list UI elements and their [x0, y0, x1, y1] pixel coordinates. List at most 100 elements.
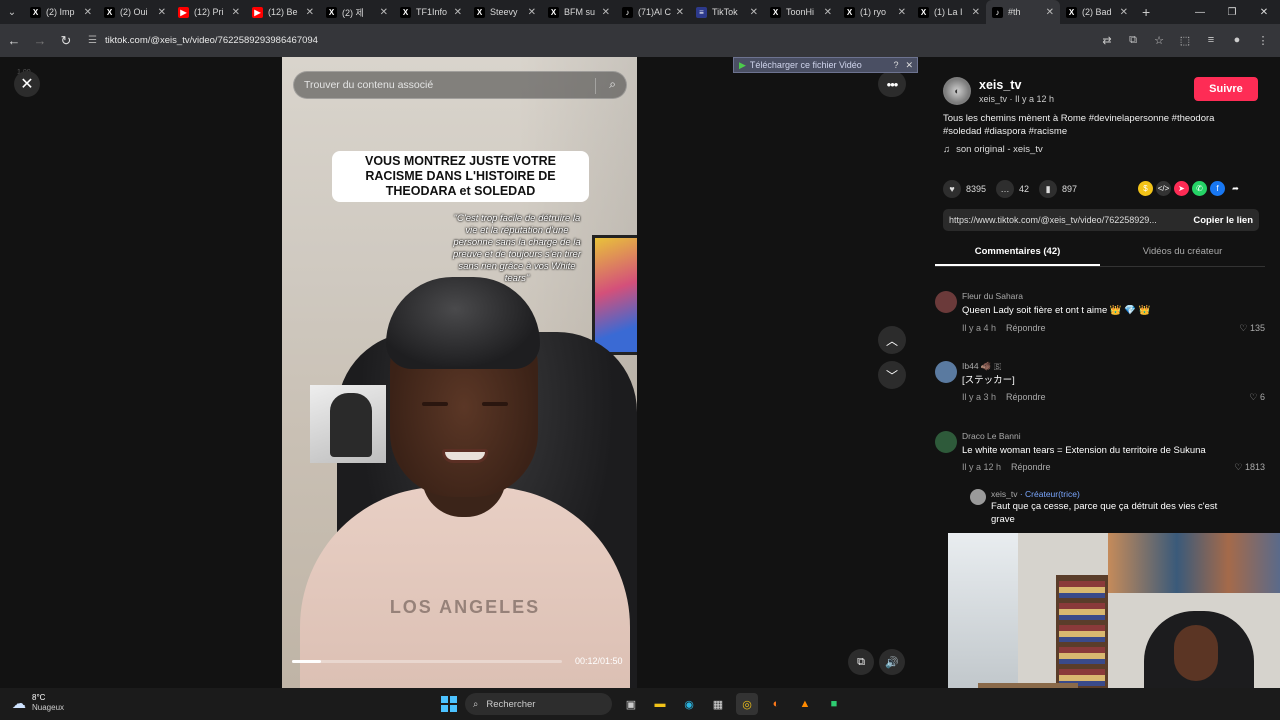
- tab-close-icon[interactable]: ✕: [84, 7, 92, 18]
- reply-button[interactable]: Répondre: [1006, 323, 1046, 333]
- tab-close-icon[interactable]: ✕: [232, 7, 240, 18]
- share-link[interactable]: https://www.tiktok.com/@xeis_tv/video/76…: [949, 215, 1187, 225]
- browser-tab[interactable]: ≡ TikTok ✕: [690, 0, 764, 24]
- new-tab-icon[interactable]: +: [1134, 4, 1158, 20]
- minimize-icon[interactable]: —: [1184, 0, 1216, 24]
- browser-tab[interactable]: X (1) La I ✕: [912, 0, 986, 24]
- progress-bar[interactable]: [292, 660, 562, 663]
- next-video-icon[interactable]: ﹀: [878, 361, 906, 389]
- search-icon[interactable]: ⌕: [609, 77, 616, 92]
- bookmark-star-icon[interactable]: ☆: [1148, 28, 1170, 52]
- url-field[interactable]: ☰ tiktok.com/@xeis_tv/video/762258929398…: [88, 35, 318, 46]
- tab-close-icon[interactable]: ✕: [158, 7, 166, 18]
- related-search-input[interactable]: [304, 79, 594, 91]
- file-explorer-icon[interactable]: ▬: [649, 693, 671, 715]
- browser-tab[interactable]: X (2) Imp ✕: [24, 0, 98, 24]
- copy-link-button[interactable]: Copier le lien: [1187, 215, 1259, 226]
- commenter-avatar[interactable]: [935, 361, 957, 383]
- browser-tab[interactable]: X (2) Bad ✕: [1060, 0, 1134, 24]
- send-icon[interactable]: ➤: [1174, 181, 1189, 196]
- chrome-icon[interactable]: ◎: [736, 693, 758, 715]
- app-green-icon[interactable]: ■: [823, 693, 845, 715]
- creator-avatar[interactable]: [970, 489, 986, 505]
- floating-player-icon[interactable]: ⧉: [848, 649, 874, 675]
- reply-button[interactable]: Répondre: [1011, 462, 1051, 472]
- author-avatar[interactable]: ◐: [943, 77, 971, 105]
- close-icon[interactable]: ✕: [14, 71, 40, 97]
- commenter-name[interactable]: Ib44 🐗 🇸: [962, 361, 1001, 372]
- reply-button[interactable]: Répondre: [1006, 392, 1046, 402]
- media-icon[interactable]: ≡: [1200, 28, 1222, 52]
- edge-icon[interactable]: ◉: [678, 693, 700, 715]
- browser-tab[interactable]: X TF1Info ✕: [394, 0, 468, 24]
- share-arrow-icon[interactable]: ➦: [1228, 181, 1243, 196]
- profile-icon[interactable]: ●: [1226, 28, 1248, 52]
- tab-close-icon[interactable]: ✕: [454, 7, 462, 18]
- browser-tab[interactable]: X ToonHi ✕: [764, 0, 838, 24]
- browser-tab[interactable]: X (1) ryo ✕: [838, 0, 912, 24]
- heart-icon[interactable]: ♥: [943, 180, 961, 198]
- commenter-avatar[interactable]: [935, 291, 957, 313]
- store-icon[interactable]: ▦: [707, 693, 729, 715]
- tab-search-icon[interactable]: ⌄: [0, 0, 24, 24]
- tab-close-icon[interactable]: ✕: [1046, 7, 1054, 18]
- browser-tab[interactable]: X (2) 제 ✕: [320, 0, 394, 24]
- tab-close-icon[interactable]: ✕: [306, 7, 314, 18]
- more-options-icon[interactable]: •••: [878, 71, 906, 97]
- tab-close-icon[interactable]: ✕: [602, 7, 610, 18]
- browser-tab[interactable]: ♪ (71)Al C ✕: [616, 0, 690, 24]
- forward-icon[interactable]: →: [28, 29, 52, 53]
- task-view-icon[interactable]: ▣: [620, 693, 642, 715]
- whatsapp-icon[interactable]: ✆: [1192, 181, 1207, 196]
- install-icon[interactable]: ⧉: [1122, 28, 1144, 52]
- commenter-name[interactable]: Draco Le Banni: [962, 431, 1021, 441]
- follow-button[interactable]: Suivre: [1194, 77, 1258, 101]
- tab-comments[interactable]: Commentaires (42): [935, 241, 1100, 266]
- tab-close-icon[interactable]: ✕: [380, 7, 388, 18]
- translate-icon[interactable]: ⇄: [1096, 28, 1118, 52]
- tab-close-icon[interactable]: ✕: [750, 7, 758, 18]
- tab-close-icon[interactable]: ✕: [528, 7, 536, 18]
- browser-tab[interactable]: X (2) Oui ✕: [98, 0, 172, 24]
- browser-tab[interactable]: X Steevy ✕: [468, 0, 542, 24]
- tab-close-icon[interactable]: ✕: [898, 7, 906, 18]
- commenter-name[interactable]: Fleur du Sahara: [962, 291, 1023, 301]
- volume-icon[interactable]: 🔊: [879, 649, 905, 675]
- previous-video-icon[interactable]: ︿: [878, 326, 906, 354]
- music-link[interactable]: ♫ son original - xeis_tv: [943, 144, 1043, 155]
- back-icon[interactable]: ←: [2, 29, 26, 53]
- comment-like[interactable]: ♡ 135: [1239, 323, 1265, 334]
- close-window-icon[interactable]: ✕: [1248, 0, 1280, 24]
- weather-widget[interactable]: ☁ 8°C Nuageux: [12, 693, 64, 713]
- tab-close-icon[interactable]: ✕: [676, 7, 684, 18]
- browser-tab[interactable]: ▶ (12) Pri ✕: [172, 0, 246, 24]
- comment-like[interactable]: ♡ 1813: [1234, 462, 1265, 473]
- browser-tab[interactable]: ♪ #th ✕: [986, 0, 1060, 24]
- tab-creator-videos[interactable]: Vidéos du créateur: [1100, 241, 1265, 266]
- site-info-icon[interactable]: ☰: [88, 35, 97, 46]
- extensions-icon[interactable]: ⬚: [1174, 28, 1196, 52]
- creator-reply-user[interactable]: xeis_tv: [991, 489, 1017, 499]
- author-block[interactable]: ◐ xeis_tv xeis_tv · Il y a 12 h: [943, 77, 1054, 105]
- reload-icon[interactable]: ↻: [54, 29, 78, 53]
- music-title[interactable]: son original - xeis_tv: [956, 144, 1043, 155]
- windows-start-icon[interactable]: [441, 696, 457, 712]
- coin-icon[interactable]: $: [1138, 181, 1153, 196]
- download-close-icon[interactable]: ✕: [905, 60, 913, 71]
- author-name[interactable]: xeis_tv: [979, 78, 1054, 92]
- browser-tab[interactable]: ▶ (12) Be ✕: [246, 0, 320, 24]
- comment-icon[interactable]: …: [996, 180, 1015, 198]
- embed-icon[interactable]: </>: [1156, 181, 1171, 196]
- comment-like[interactable]: ♡ 6: [1249, 392, 1265, 403]
- save-stat[interactable]: ▮ 897: [1039, 180, 1077, 198]
- browser-tab[interactable]: X BFM su ✕: [542, 0, 616, 24]
- download-bar[interactable]: ▶ Télécharger ce fichier Vidéo ? ✕: [733, 57, 918, 73]
- tab-close-icon[interactable]: ✕: [1120, 7, 1128, 18]
- tab-close-icon[interactable]: ✕: [972, 7, 980, 18]
- comment-stat[interactable]: … 42: [996, 180, 1029, 198]
- bookmark-icon[interactable]: ▮: [1039, 180, 1058, 198]
- firefox-icon[interactable]: ◐: [765, 693, 787, 715]
- like-stat[interactable]: ♥ 8395: [943, 180, 986, 198]
- restore-icon[interactable]: ❐: [1216, 0, 1248, 24]
- tab-close-icon[interactable]: ✕: [824, 7, 832, 18]
